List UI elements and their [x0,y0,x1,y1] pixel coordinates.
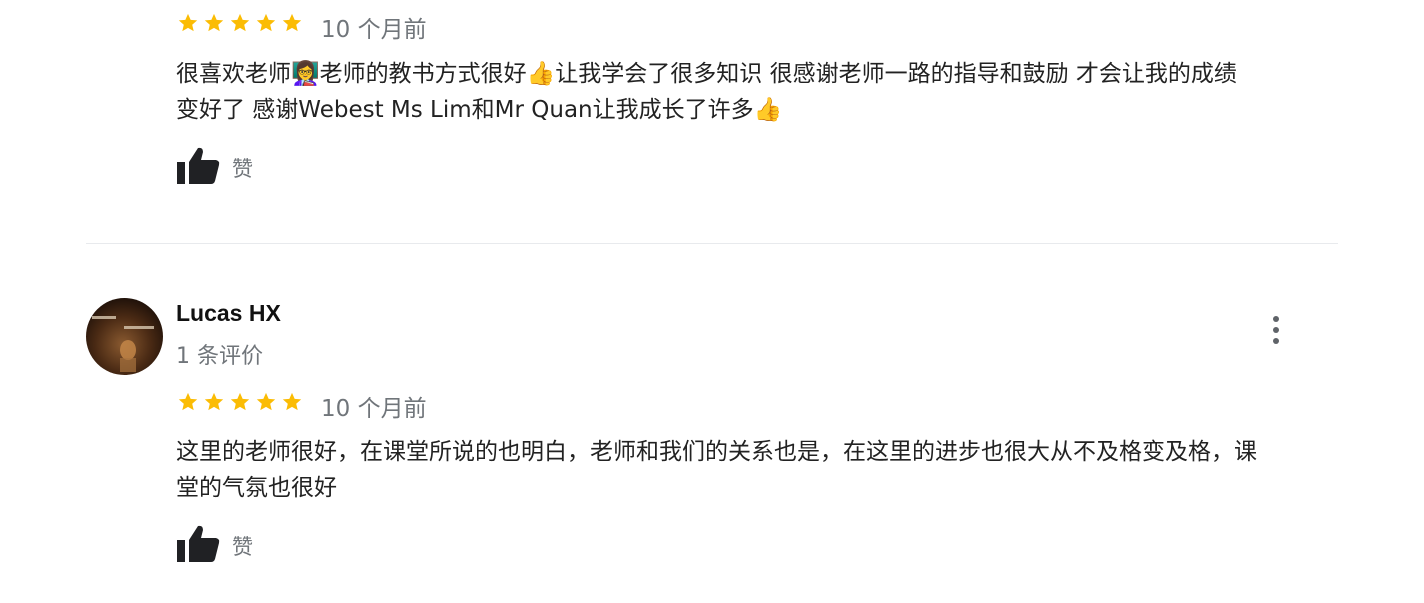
review-text: 很喜欢老师👩‍🏫老师的教书方式很好👍让我学会了很多知识 很感谢老师一路的指导和鼓… [176,56,1356,128]
star-icon [254,391,278,413]
avatar[interactable] [86,298,163,375]
star-icon [254,12,278,34]
thumbs-up-icon [176,146,220,190]
divider [86,243,1338,244]
more-vert-icon [1273,316,1279,344]
review-text-line: 堂的气氛也很好 [176,475,337,501]
like-button[interactable]: 赞 [176,146,253,190]
star-icon [176,12,200,34]
star-icon [202,12,226,34]
thumbs-up-icon [176,524,220,568]
star-icon [228,391,252,413]
review-time: 10 个月前 [321,17,427,43]
like-button[interactable]: 赞 [176,524,253,568]
star-rating [176,391,304,413]
star-icon [176,391,200,413]
review-text-line: 变好了 感谢Webest Ms Lim和Mr Quan让我成长了许多👍 [176,97,783,123]
star-icon [280,391,304,413]
like-label: 赞 [232,157,253,181]
star-icon [228,12,252,34]
reviewer-name[interactable]: Lucas HX [176,300,281,327]
review-time: 10 个月前 [321,396,427,422]
star-icon [280,12,304,34]
review-count: 1 条评价 [176,344,263,369]
like-label: 赞 [232,535,253,559]
star-rating [176,12,304,34]
review-text-line: 这里的老师很好，在课堂所说的也明白，老师和我们的关系也是，在这里的进步也很大从不… [176,439,1257,465]
star-icon [202,391,226,413]
review-text: 这里的老师很好，在课堂所说的也明白，老师和我们的关系也是，在这里的进步也很大从不… [176,434,1356,506]
more-options-button[interactable] [1266,310,1286,350]
review-text-line: 很喜欢老师👩‍🏫老师的教书方式很好👍让我学会了很多知识 很感谢老师一路的指导和鼓… [176,61,1237,87]
